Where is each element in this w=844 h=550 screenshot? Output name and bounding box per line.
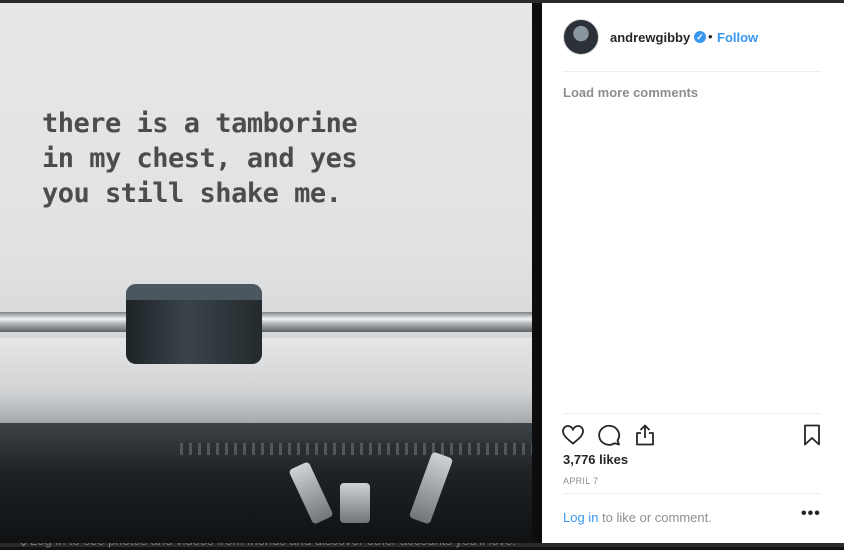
login-link[interactable]: Log in [563, 510, 598, 525]
username-link[interactable]: andrewgibby [610, 30, 690, 45]
typewriter-body [0, 423, 532, 543]
more-options-icon[interactable]: ••• [801, 505, 821, 523]
verified-badge-icon: ✓ [694, 31, 706, 43]
footer-divider [563, 493, 821, 494]
header-divider [563, 71, 821, 72]
post-side-panel: andrewgibby ✓ • Follow Load more comment… [542, 3, 844, 543]
post-header: andrewgibby ✓ • Follow [542, 3, 844, 71]
typewriter-knob-highlight [126, 284, 262, 300]
login-prompt-text: to like or comment. [598, 510, 712, 525]
bookmark-icon[interactable] [800, 423, 824, 447]
likes-count[interactable]: 3,776 likes [563, 452, 628, 467]
actions-divider [563, 413, 821, 414]
header-separator: • [708, 29, 713, 44]
avatar[interactable] [563, 19, 599, 55]
login-prompt: Log in to like or comment. [563, 510, 712, 525]
comment-icon[interactable] [597, 423, 621, 447]
typed-text: there is a tamborine in my chest, and ye… [42, 108, 358, 209]
share-icon[interactable] [633, 423, 657, 447]
typewriter-paper [0, 338, 532, 428]
typewriter-typebars [180, 443, 532, 455]
photo-separator [532, 3, 542, 543]
post-date[interactable]: APRIL 7 [563, 476, 598, 486]
typewriter-rod [0, 312, 532, 332]
heart-icon[interactable] [561, 423, 585, 447]
post-photo[interactable]: there is a tamborine in my chest, and ye… [0, 3, 532, 543]
follow-button[interactable]: Follow [717, 30, 758, 45]
load-more-comments-button[interactable]: Load more comments [563, 85, 698, 100]
typewriter-hammer [340, 483, 370, 523]
